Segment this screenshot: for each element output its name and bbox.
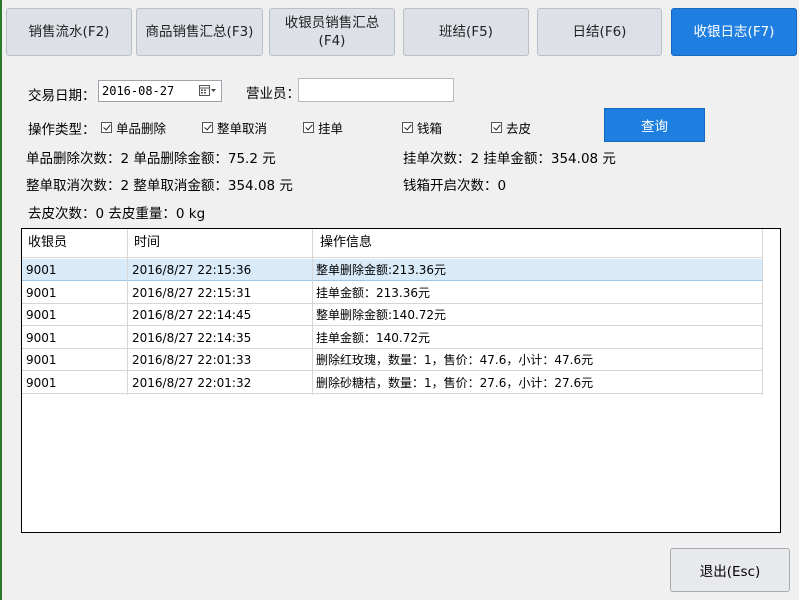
- cell-info: 删除砂糖桔，数量：1，售价：27.6，小计：27.6元: [316, 375, 594, 390]
- exit-button[interactable]: 退出(Esc): [670, 548, 790, 592]
- cell-cashier: 9001: [26, 330, 57, 345]
- cell-info: 整单删除金额:213.36元: [316, 263, 447, 277]
- query-label: 查询: [641, 119, 668, 135]
- query-button[interactable]: 查询: [604, 108, 705, 142]
- tab-shift-close[interactable]: 班结(F5): [403, 8, 529, 56]
- column-divider: [762, 229, 763, 395]
- tab-label: 收银日志(F7): [693, 24, 775, 40]
- cell-time: 2016/8/27 22:01:32: [132, 375, 252, 390]
- calendar-dropdown-icon[interactable]: [199, 84, 217, 98]
- cell-cashier: 9001: [26, 353, 57, 367]
- column-header-cashier[interactable]: 收银员: [22, 229, 128, 257]
- checkbox-label: 单品删除: [116, 121, 167, 136]
- stat-item-delete: 单品删除次数：2 单品删除金额：75.2 元: [26, 151, 276, 167]
- tab-sales-flow[interactable]: 销售流水(F2): [6, 8, 132, 56]
- stat-suspend: 挂单次数：2 挂单金额：354.08 元: [403, 151, 616, 167]
- checkbox-label: 整单取消: [217, 121, 268, 136]
- cell-cashier: 9001: [26, 308, 57, 322]
- table-row[interactable]: 9001 2016/8/27 22:01:33 删除红玫瑰，数量：1，售价：47.6…: [22, 349, 762, 371]
- cell-time: 2016/8/27 22:15:36: [132, 263, 252, 277]
- table-header: 收银员 时间 操作信息: [22, 229, 762, 258]
- tab-day-close[interactable]: 日结(F6): [537, 8, 662, 56]
- checkbox-tare[interactable]: 去皮: [491, 118, 531, 137]
- date-label: 交易日期：: [28, 88, 96, 104]
- tab-product-sales-summary[interactable]: 商品销售汇总(F3): [136, 8, 263, 56]
- clerk-input[interactable]: [298, 78, 454, 102]
- op-type-label: 操作类型：: [28, 122, 96, 138]
- exit-label: 退出(Esc): [699, 564, 761, 580]
- tab-label: 收银员销售汇总 (F4): [284, 15, 380, 49]
- stat-tare: 去皮次数：0 去皮重量：0 kg: [28, 206, 206, 222]
- column-divider: [127, 229, 128, 395]
- checkbox-label: 挂单: [318, 121, 344, 136]
- cell-cashier: 9001: [26, 375, 57, 390]
- checkbox-checked-icon: [402, 122, 413, 133]
- checkbox-item-delete[interactable]: 单品删除: [101, 118, 166, 137]
- cell-info: 整单删除金额:140.72元: [316, 308, 447, 322]
- cell-info: 挂单金额：140.72元: [316, 330, 430, 345]
- checkbox-order-cancel[interactable]: 整单取消: [202, 118, 267, 137]
- cell-cashier: 9001: [26, 285, 57, 300]
- checkbox-checked-icon: [101, 122, 112, 133]
- table-row[interactable]: 9001 2016/8/27 22:14:45 整单删除金额:140.72元: [22, 304, 762, 326]
- checkbox-checked-icon: [202, 122, 213, 133]
- checkbox-label: 钱箱: [417, 121, 443, 136]
- table-row[interactable]: 9001 2016/8/27 22:15:36 整单删除金额:213.36元: [22, 259, 762, 281]
- column-header-info[interactable]: 操作信息: [314, 229, 762, 257]
- tab-label: 销售流水(F2): [28, 24, 110, 40]
- table-row[interactable]: 9001 2016/8/27 22:14:35 挂单金额：140.72元: [22, 327, 762, 349]
- table-row[interactable]: 9001 2016/8/27 22:01:32 删除砂糖桔，数量：1，售价：27.6…: [22, 372, 762, 394]
- clerk-label: 营业员：: [246, 86, 300, 102]
- cell-time: 2016/8/27 22:14:35: [132, 330, 252, 345]
- checkbox-label: 去皮: [506, 121, 532, 136]
- tab-label: 班结(F5): [439, 24, 493, 40]
- tab-cashier-log[interactable]: 收银日志(F7): [671, 8, 797, 56]
- tab-cashier-sales-summary[interactable]: 收银员销售汇总 (F4): [269, 8, 395, 56]
- stat-cash-drawer: 钱箱开启次数：0: [403, 178, 507, 194]
- cell-cashier: 9001: [26, 263, 57, 277]
- checkbox-suspend[interactable]: 挂单: [303, 118, 343, 137]
- window-edge: [0, 0, 2, 600]
- column-divider: [312, 229, 313, 395]
- cell-info: 挂单金额：213.36元: [316, 285, 430, 300]
- tab-label: 商品销售汇总(F3): [145, 24, 254, 40]
- tab-label: 日结(F6): [572, 24, 627, 40]
- log-table[interactable]: 收银员 时间 操作信息 9001 2016/8/27 22:15:36 整单删除金额…: [21, 228, 781, 533]
- cell-info: 删除红玫瑰，数量：1，售价：47.6，小计：47.6元: [316, 353, 594, 367]
- cell-time: 2016/8/27 22:14:45: [132, 308, 252, 322]
- checkbox-cash-drawer[interactable]: 钱箱: [402, 118, 442, 137]
- column-header-time[interactable]: 时间: [128, 229, 314, 257]
- cell-time: 2016/8/27 22:01:33: [132, 353, 252, 367]
- date-value: 2016-08-27: [102, 84, 175, 98]
- checkbox-checked-icon: [303, 122, 314, 133]
- cell-time: 2016/8/27 22:15:31: [132, 285, 252, 300]
- date-picker[interactable]: 2016-08-27: [98, 80, 222, 102]
- stat-order-cancel: 整单取消次数：2 整单取消金额：354.08 元: [26, 178, 293, 194]
- table-row[interactable]: 9001 2016/8/27 22:15:31 挂单金额：213.36元: [22, 282, 762, 304]
- checkbox-checked-icon: [491, 122, 502, 133]
